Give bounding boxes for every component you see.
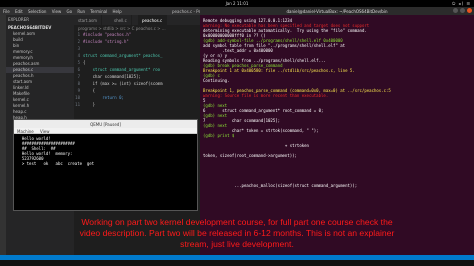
- line-number: 6: [77, 67, 80, 72]
- minimize-icon[interactable]: [453, 8, 458, 13]
- tab-shell-c[interactable]: shell.c: [110, 15, 132, 25]
- code-text: }: [83, 102, 96, 107]
- terminal-title: daniel@daniel-VirtualBox: ~/PeachOS64Bit…: [286, 9, 388, 14]
- vscode-menu: File Edit Selection View Go Run Terminal…: [3, 9, 126, 14]
- tab-start-asm[interactable]: start.asm: [74, 15, 103, 25]
- maximize-icon[interactable]: [460, 8, 465, 13]
- code-text: {: [83, 88, 96, 93]
- explorer-header: EXPLORER: [8, 17, 29, 22]
- close-icon[interactable]: [467, 8, 472, 13]
- menu-file[interactable]: File: [3, 9, 10, 14]
- clock[interactable]: Jan 2 11:01: [0, 1, 474, 6]
- line-number: 5: [77, 60, 80, 65]
- breadcrumb[interactable]: programs > stdlib > src > C peachos.c > …: [78, 26, 166, 31]
- line-number: 8: [77, 81, 80, 86]
- qemu-screen-line: > test ok abc create get: [17, 161, 95, 166]
- line-number: 11: [75, 102, 80, 107]
- qemu-screen[interactable]: Hello world! ###################### ## S…: [14, 134, 197, 210]
- line-number: 1: [77, 32, 80, 37]
- top-bar: Jan 2 11:01 ⏻ ◂) ☰: [0, 0, 474, 7]
- menu-edit[interactable]: Edit: [15, 9, 23, 14]
- menu-run[interactable]: Run: [77, 9, 85, 14]
- line-number: 3: [77, 46, 80, 51]
- code-text: if (max >= (int) sizeof(scomm: [83, 81, 163, 86]
- code-editor[interactable]: programs > stdlib > src > C peachos.c > …: [74, 25, 200, 122]
- code-text: struct command_argument* roo: [83, 67, 161, 72]
- editor-tabs: start.asm shell.c peachos.c: [74, 15, 200, 25]
- code-text: #include "peachos.h": [83, 32, 132, 37]
- qemu-titlebar: QEMU [Paused]: [14, 120, 197, 128]
- stream-caption: Working on part two kernel development c…: [79, 217, 395, 249]
- menu-terminal[interactable]: Terminal: [90, 9, 107, 14]
- menu-go[interactable]: Go: [67, 9, 73, 14]
- code-text: {: [83, 60, 86, 65]
- project-name[interactable]: PEACHOS64BITDEV: [6, 24, 74, 31]
- qemu-window[interactable]: QEMU [Paused] Machine View Hello world! …: [13, 119, 198, 211]
- qemu-title: QEMU [Paused]: [90, 122, 121, 127]
- code-text: struct command_argument* peachos_: [83, 53, 163, 58]
- code-text: return 0;: [83, 95, 124, 100]
- line-number: 9: [77, 88, 80, 93]
- line-number: 2: [77, 39, 80, 44]
- code-text: char scommand[1025];: [83, 74, 141, 79]
- code-text: #include "string.h": [83, 39, 129, 44]
- line-number: 7: [77, 74, 80, 79]
- terminal-titlebar: daniel@daniel-VirtualBox: ~/PeachOS64Bit…: [200, 7, 474, 15]
- system-tray[interactable]: ⏻ ◂) ☰: [452, 1, 471, 6]
- menu-help[interactable]: Help: [112, 9, 121, 14]
- tab-peachos-c[interactable]: peachos.c: [138, 15, 168, 25]
- line-number: 4: [77, 53, 80, 58]
- taskbar: [0, 260, 474, 266]
- line-number: 10: [75, 95, 80, 100]
- menu-selection[interactable]: Selection: [28, 9, 46, 14]
- menu-view[interactable]: View: [52, 9, 62, 14]
